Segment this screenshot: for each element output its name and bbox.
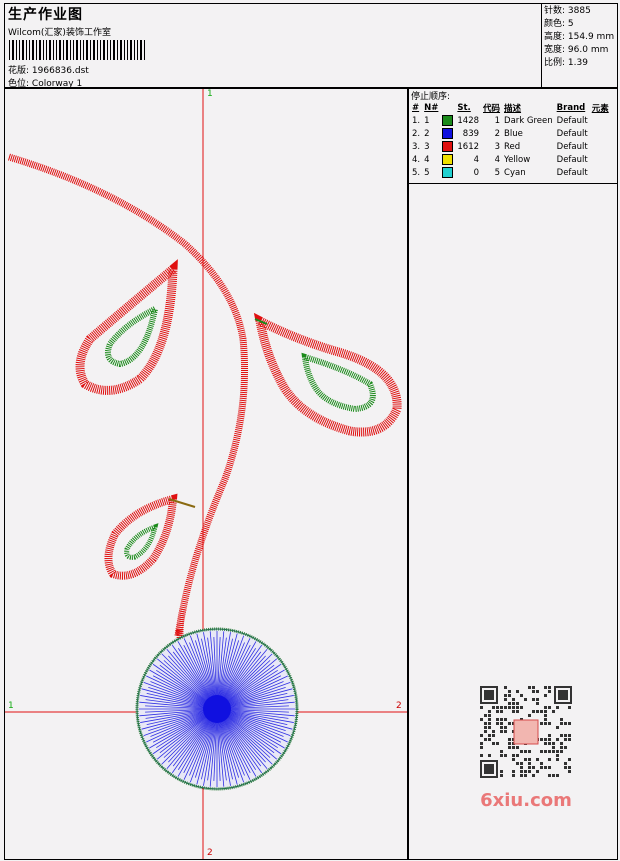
- stem: [7, 153, 248, 640]
- row-stitches: 1428: [457, 115, 480, 126]
- design-label: 花版:: [8, 66, 30, 76]
- row-brand: Default: [556, 154, 588, 165]
- row-code: 1: [494, 115, 501, 126]
- color-swatch: [442, 141, 454, 152]
- col-brand: Brand: [556, 102, 586, 113]
- row-index: 5.: [412, 167, 421, 178]
- row-n: 2: [424, 128, 430, 139]
- row-brand: Default: [556, 167, 588, 178]
- row-n: 4: [424, 154, 430, 165]
- design-value: 1966836.dst: [31, 66, 89, 76]
- axis-left-label: 1: [8, 701, 14, 711]
- col-index: #: [412, 102, 420, 113]
- table-row: 1. 1 1428 1 Dark Green Default: [410, 114, 611, 127]
- design-row: 花版: 1966836.dst: [8, 63, 89, 76]
- row-swatch: [440, 114, 455, 127]
- row-element: [590, 114, 611, 127]
- flower: [135, 627, 299, 791]
- row-desc: Cyan: [504, 167, 526, 178]
- row-brand: Default: [556, 128, 588, 139]
- row-stitches: 839: [462, 128, 480, 139]
- axis-right-label: 2: [396, 701, 402, 711]
- row-code: 3: [494, 141, 501, 152]
- stat-stitches: 针数: 3885: [544, 6, 591, 16]
- row-desc: Blue: [504, 128, 523, 139]
- axis-bottom-label: 2: [207, 848, 213, 858]
- row-desc: Dark Green: [504, 115, 553, 126]
- row-element: [590, 153, 611, 166]
- row-code: 2: [494, 128, 501, 139]
- row-element: [590, 166, 611, 179]
- row-n: 5: [424, 167, 430, 178]
- stat-scale: 比例: 1.39: [544, 58, 588, 68]
- row-stitches: 0: [473, 167, 480, 178]
- row-code: 4: [494, 154, 501, 165]
- col-element: 元素: [591, 103, 609, 114]
- stop-sequence-table: # N# St. 代码 描述 Brand 元素 1. 1 1428 1 Dark Gre…: [410, 101, 611, 179]
- row-index: 2.: [412, 128, 421, 139]
- row-swatch: [440, 153, 455, 166]
- watermark-text: 6xiu.com: [480, 790, 572, 811]
- header-divider: [541, 4, 542, 89]
- row-stitches: 1612: [457, 141, 480, 152]
- row-element: [590, 140, 611, 153]
- design-canvas: 1 2 1 2: [4, 88, 408, 860]
- row-n: 3: [424, 141, 430, 152]
- axis-top-label: 1: [207, 89, 213, 99]
- color-swatch: [442, 128, 454, 139]
- leaf-lower-left: [104, 493, 178, 580]
- row-index: 1.: [412, 115, 421, 126]
- color-swatch: [442, 167, 454, 178]
- col-n: N#: [424, 102, 439, 113]
- leaf-right: [253, 312, 402, 437]
- stop-sequence-panel: 停止顺序: # N# St. 代码 描述 Brand 元素 1. 1 1428 1 Da…: [409, 89, 617, 184]
- qr-watermark-icon: 6xiu.com: [466, 676, 586, 812]
- stat-colors: 颜色: 5: [544, 19, 574, 29]
- table-row: 4. 4 4 4 Yellow Default: [410, 153, 611, 166]
- row-swatch: [440, 140, 455, 153]
- color-swatch: [442, 115, 454, 126]
- col-swatch: [440, 101, 455, 114]
- row-swatch: [440, 127, 455, 140]
- embroidery-design: [5, 89, 407, 859]
- stat-height: 高度: 154.9 mm: [544, 32, 615, 42]
- studio-name: Wilcom(汇家)装饰工作室: [8, 28, 111, 38]
- col-stitches: St.: [457, 102, 471, 113]
- row-desc: Red: [504, 141, 521, 152]
- row-brand: Default: [556, 141, 588, 152]
- row-index: 4.: [412, 154, 421, 165]
- table-row: 2. 2 839 2 Blue Default: [410, 127, 611, 140]
- row-desc: Yellow: [504, 154, 531, 165]
- color-swatch: [442, 154, 454, 165]
- leaf-upper-left: [75, 259, 178, 395]
- table-header-row: # N# St. 代码 描述 Brand 元素: [410, 101, 611, 114]
- table-row: 3. 3 1612 3 Red Default: [410, 140, 611, 153]
- header-panel: 生产作业图 Wilcom(汇家)装饰工作室 花版: 1966836.dst 色位…: [4, 3, 618, 89]
- col-desc: 描述: [504, 103, 522, 114]
- row-stitches: 4: [473, 154, 480, 165]
- col-code: 代码: [483, 103, 501, 114]
- table-row: 5. 5 0 5 Cyan Default: [410, 166, 611, 179]
- row-element: [590, 127, 611, 140]
- barcode-icon: [9, 40, 145, 60]
- stat-width: 宽度: 96.0 mm: [544, 45, 609, 55]
- production-sheet: 生产作业图 Wilcom(汇家)装饰工作室 花版: 1966836.dst 色位…: [0, 0, 620, 861]
- row-n: 1: [424, 115, 430, 126]
- row-brand: Default: [556, 115, 588, 126]
- row-index: 3.: [412, 141, 421, 152]
- stats-block: 针数: 3885 颜色: 5 高度: 154.9 mm 宽度: 96.0 mm …: [544, 5, 614, 70]
- row-swatch: [440, 166, 455, 179]
- row-code: 5: [494, 167, 501, 178]
- page-title: 生产作业图: [8, 7, 83, 23]
